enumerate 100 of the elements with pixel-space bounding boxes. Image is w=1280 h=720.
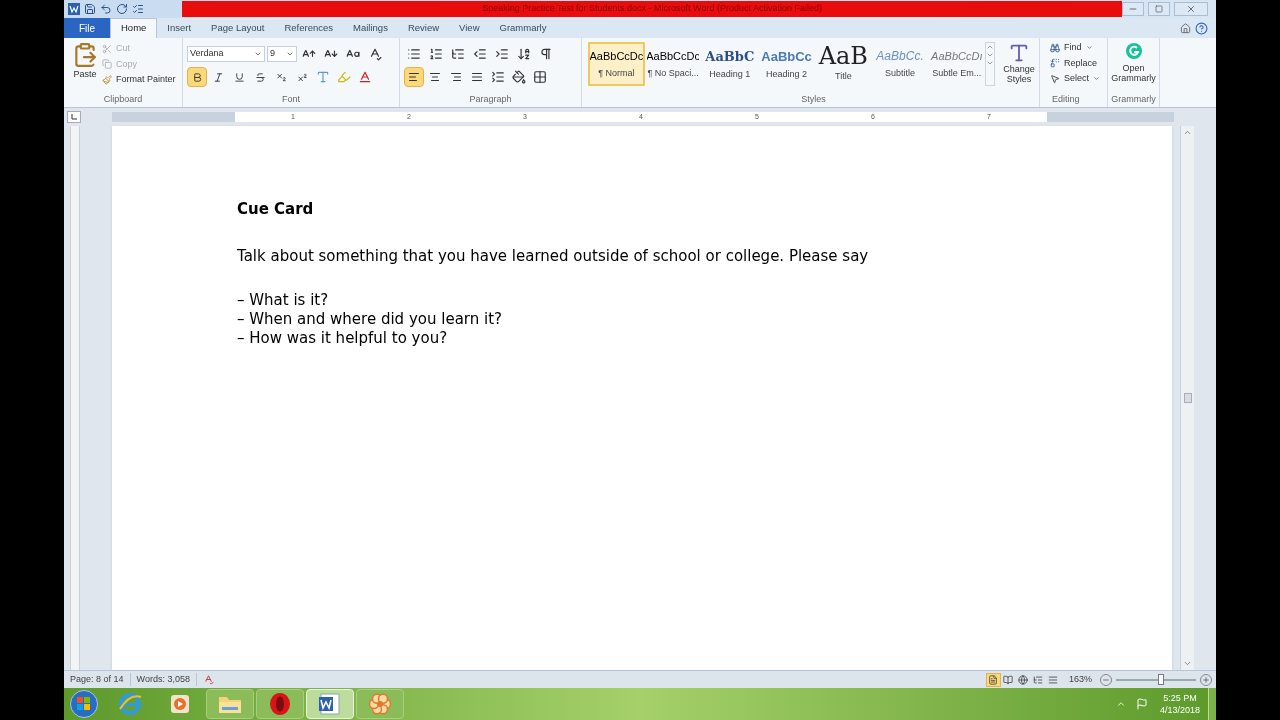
list-icon (132, 3, 144, 15)
superscript-icon (296, 71, 308, 83)
open-grammarly-button[interactable]: Open Grammarly (1108, 42, 1159, 83)
scroll-down-icon (1183, 659, 1192, 668)
save-icon (84, 3, 96, 15)
bullet-item: – How was it helpful to you? (237, 329, 449, 348)
copy-icon (102, 59, 112, 70)
align-icon (450, 71, 462, 83)
taskbar-button[interactable] (256, 689, 304, 719)
help-icon (1195, 22, 1208, 35)
undo-icon (100, 3, 112, 15)
gallery-up-button[interactable] (986, 43, 995, 51)
ribbon-tab[interactable]: Review (397, 18, 450, 38)
ribbon-tab[interactable]: References (274, 18, 344, 38)
binoculars-icon (1050, 42, 1060, 53)
style-item[interactable]: AaBbCcDc ¶ Normal (588, 42, 645, 86)
style-item[interactable]: AaBbC Heading 1 (701, 42, 759, 86)
action-center-icon (1135, 698, 1148, 710)
word-icon (317, 691, 343, 717)
window-title: Speaking Practice Test for Students.docx - Microsoft Word (Product Activation Failed) (482, 2, 822, 16)
zoom-level: 163% (1068, 672, 1092, 686)
vertical-scrollbar[interactable] (1180, 126, 1194, 670)
document-paragraph: Talk about something that you have learned outside of school or college. Please say (237, 245, 870, 267)
style-item[interactable]: AaBbCc Heading 2 (758, 42, 815, 86)
file-tab[interactable]: File (64, 18, 110, 38)
page-view-icon (988, 674, 999, 685)
clock-time: 5:25 PM (1163, 692, 1197, 704)
decrease-indent-icon (473, 47, 487, 61)
align-icon (429, 71, 441, 83)
maximize-icon (1155, 5, 1163, 13)
clear-formatting-icon (368, 47, 382, 61)
group-label: Paragraph (468, 92, 513, 106)
plus-icon (1202, 675, 1210, 684)
bold-button[interactable] (187, 67, 207, 87)
word-logo-icon (68, 3, 80, 15)
document-heading: Cue Card (237, 199, 315, 220)
ribbon-tab[interactable]: Mailings (343, 18, 398, 38)
font-name-field[interactable]: Verdana (187, 46, 265, 62)
find-button[interactable]: Find (1050, 41, 1107, 55)
close-button[interactable] (1174, 2, 1208, 16)
style-item[interactable]: AaBbCc. Subtitle (871, 42, 929, 86)
close-icon (1186, 4, 1196, 14)
style-item[interactable]: AaB Title (814, 42, 872, 86)
scissors-icon (102, 43, 112, 54)
line-spacing-icon (491, 70, 505, 84)
show-marks-icon (539, 47, 553, 61)
scroll-thumb[interactable] (1183, 393, 1192, 403)
view-button[interactable] (985, 672, 1001, 687)
tray-expand-icon (1115, 699, 1126, 709)
browser-icon (117, 691, 143, 717)
proofing-icon (202, 674, 214, 685)
select-button[interactable]: Select (1050, 72, 1107, 86)
dropdown-icon (286, 50, 294, 58)
gallery-more-button[interactable] (986, 59, 995, 67)
gallery-down-button[interactable] (986, 51, 995, 59)
multilevel-list-icon (451, 47, 465, 61)
group-label: Clipboard (102, 92, 144, 106)
page-view-icon (1033, 674, 1044, 685)
italic-icon (212, 71, 224, 83)
windows-logo-icon (77, 697, 91, 711)
bullet-item: – When and where did you learn it? (237, 310, 504, 329)
pointer-icon (1050, 73, 1060, 84)
sort-icon (517, 47, 531, 61)
media-player-icon (169, 693, 191, 715)
text-effects-icon (316, 70, 330, 84)
start-button[interactable] (70, 690, 98, 718)
ribbon-tab[interactable]: Insert (157, 18, 202, 38)
bullet-item: – What is it? (237, 291, 330, 310)
align-button[interactable] (404, 67, 424, 87)
ribbon-tab[interactable]: View (449, 18, 490, 38)
group-label: Styles (800, 92, 827, 106)
ribbon-tab[interactable]: Grammarly (489, 18, 557, 38)
dropdown-icon (1085, 44, 1093, 52)
group-label: Grammarly (1111, 92, 1156, 106)
paintbrush-icon (102, 74, 112, 85)
zoom-slider-thumb[interactable] (1157, 673, 1164, 685)
opera-icon (267, 691, 293, 717)
grammarly-icon (1124, 42, 1143, 60)
replace-button[interactable]: Replace (1050, 56, 1107, 70)
align-icon (471, 71, 483, 83)
clipboard-icon (72, 42, 98, 68)
ribbon-tab[interactable]: Page Layout (201, 18, 275, 38)
font-size-field[interactable]: 9 (267, 46, 297, 62)
bold-icon (191, 71, 203, 83)
tab-selector[interactable] (67, 111, 81, 123)
clock-date: 4/13/2018 (1159, 704, 1200, 716)
style-item[interactable]: AaBbCcDc ¶ No Spaci... (644, 42, 702, 86)
paste-button[interactable]: Paste (72, 42, 98, 93)
page-view-icon (1048, 674, 1059, 685)
borders-icon (533, 70, 547, 84)
shading-icon (512, 70, 526, 84)
underline-icon (233, 71, 245, 83)
font-color-icon (358, 70, 372, 84)
format-painter-button[interactable]: Format Painter (102, 73, 176, 87)
flower-icon (367, 691, 393, 717)
change-styles-button[interactable]: Change Styles (999, 42, 1039, 84)
page-count: Page: 8 of 14 (64, 672, 131, 687)
style-item[interactable]: AaBbCcDı Subtle Em... (928, 42, 986, 86)
view-button[interactable] (1015, 672, 1031, 687)
ribbon-tab[interactable]: Home (110, 18, 158, 38)
